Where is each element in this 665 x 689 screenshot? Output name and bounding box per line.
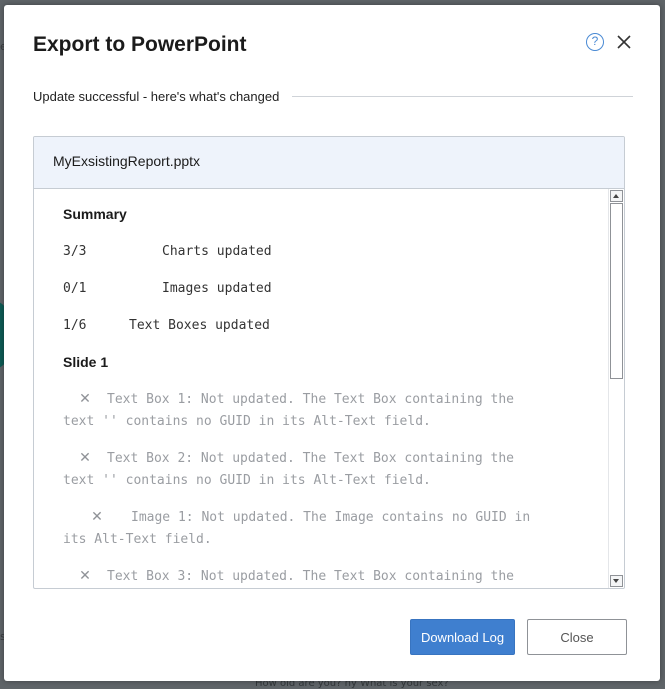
summary-count: 0/1 [63,281,87,296]
scroll-up-button[interactable] [610,190,623,202]
log-entry-text: Text Box 1: Not updated. The Text Box co… [107,392,514,407]
download-log-button[interactable]: Download Log [410,619,515,655]
dialog-title: Export to PowerPoint [33,33,247,56]
report-header: MyExsistingReport.pptx [34,137,624,189]
log-entry: ✕ Image 1: Not updated. The Image contain… [63,506,563,551]
x-icon: ✕ [79,450,91,466]
report-filename: MyExsistingReport.pptx [53,153,201,169]
summary-count: 3/3 [63,244,87,259]
divider [292,95,633,97]
scroll-down-button[interactable] [610,575,623,587]
summary-label: Images updated [162,281,272,296]
report-log: Summary 3/3 Charts updated 0/1 Images up… [34,189,608,588]
status-section: Update successful - here's what's change… [33,87,633,105]
log-entry-text: Text Box 2: Not updated. The Text Box co… [107,451,514,466]
log-entry-text: its Alt-Text field. [63,532,212,547]
x-icon: ✕ [79,568,91,584]
summary-label: Charts updated [162,244,272,259]
close-icon[interactable] [613,31,635,53]
summary-count: 1/6 [63,318,87,333]
log-entry-text: Image 1: Not updated. The Image contains… [131,510,531,525]
slide-heading: Slide 1 [63,354,109,370]
export-dialog: Export to PowerPoint ? Update successful… [4,5,660,681]
scroll-thumb[interactable] [610,203,623,379]
log-entry: ✕ Text Box 2: Not updated. The Text Box c… [63,447,563,492]
log-entry: ✕ Text Box 1: Not updated. The Text Box c… [63,388,563,433]
close-button[interactable]: Close [527,619,627,655]
log-entry: ✕ Text Box 3: Not updated. The Text Box c… [63,565,563,588]
log-entry-text: text '' contains no GUID in its Alt-Text… [63,414,431,429]
log-entry-text: text '' contains no GUID in its Alt-Text… [63,473,431,488]
summary-label: Text Boxes updated [129,318,270,333]
report-panel: MyExsistingReport.pptx Summary 3/3 Chart… [33,136,625,589]
summary-heading: Summary [63,206,127,222]
log-entry-text: Text Box 3: Not updated. The Text Box co… [107,569,514,584]
x-icon: ✕ [79,391,91,407]
x-icon: ✕ [91,509,103,525]
log-scrollbar[interactable] [608,189,624,588]
status-message: Update successful - here's what's change… [33,88,280,104]
help-icon[interactable]: ? [586,33,604,51]
